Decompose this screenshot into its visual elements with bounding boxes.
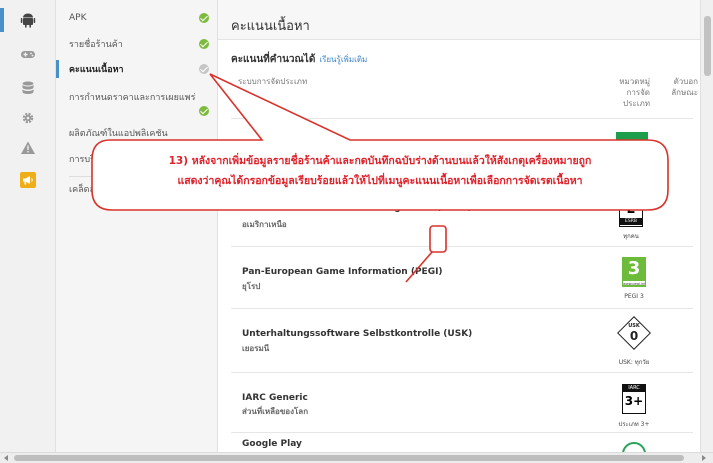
rating-caption: ทุกคน [623, 233, 639, 240]
main-panel: คะแนนเนื้อหา คะแนนที่คำนวณได้ เรียนรู้เพิ… [218, 0, 700, 463]
column-header-line: หมวดหมู่ [619, 77, 650, 86]
iarc-badge-label: IARC [623, 385, 645, 392]
rating-region: ยุโรป [242, 282, 261, 291]
check-icon [199, 13, 209, 23]
pegi-badge: 3 www.pegi.info [622, 257, 646, 287]
megaphone-icon[interactable] [16, 168, 40, 192]
horizontal-scrollbar[interactable] [0, 452, 713, 463]
vertical-scrollbar[interactable] [700, 0, 713, 452]
callout-line: แสดงว่าคุณได้กรอกข้อมูลเรียบร้อยแล้วให้ไ… [177, 175, 583, 187]
scroll-right-arrow-icon[interactable] [702, 455, 706, 461]
column-header-line: ตัวบอก [673, 77, 698, 86]
column-header-line: ลักษณะ [671, 88, 698, 97]
esrb-badge-label: ESRB [620, 218, 642, 225]
column-header-line: ประเภท [623, 99, 650, 108]
rating-system-name: Pan-European Game Information (PEGI) [242, 267, 443, 277]
database-icon[interactable] [16, 76, 40, 100]
menu-item-label: รายชื่อร้านค้า [69, 40, 123, 50]
row-divider [231, 432, 693, 433]
menu-item-label: คะแนนเนื้อหา [69, 65, 124, 75]
rating-region: อเมริกาเหนือ [242, 220, 287, 229]
rating-caption: ประเภท 3+ [618, 421, 650, 428]
rating-system-name: Google Play [242, 439, 302, 449]
check-icon [199, 106, 209, 116]
warning-icon[interactable] [16, 136, 40, 160]
menu-item-store-listing[interactable]: รายชื่อร้านค้า [69, 39, 217, 51]
section-title: คะแนนที่คำนวณได้ เรียนรู้เพิ่มเติม [231, 52, 367, 67]
rating-system-name: IARC Generic [242, 393, 308, 403]
screen: APK รายชื่อร้านค้า คะแนนเนื้อหา การกำหนด… [0, 0, 713, 463]
iarc-badge-number: 3+ [624, 394, 644, 408]
pegi-badge-number: 3 [627, 258, 641, 279]
rating-caption: USK: ทุกวัย [618, 359, 650, 366]
column-header-category: หมวดหมู่ การจัด ประเภท [606, 76, 650, 109]
section-title-text: คะแนนที่คำนวณได้ [231, 54, 316, 65]
column-header-descriptor: ตัวบอก ลักษณะ [656, 76, 698, 98]
menu-item-content-rating[interactable]: คะแนนเนื้อหา [69, 64, 217, 76]
page-title: คะแนนเนื้อหา [231, 19, 310, 34]
scroll-left-arrow-icon[interactable] [4, 455, 8, 461]
menu-item-pricing-distribution[interactable]: การกำหนดราคาและการเผยแพร่ [69, 92, 217, 104]
rating-region: เยอรมนี [242, 344, 270, 353]
menu-active-indicator [56, 60, 59, 78]
learn-more-link[interactable]: เรียนรู้เพิ่มเติม [319, 55, 367, 64]
pending-check-icon [199, 64, 209, 74]
column-header-line: การจัด [626, 88, 650, 97]
android-icon[interactable] [16, 8, 40, 32]
menu-item-label: การกำหนดราคาและการเผยแพร่ [69, 93, 196, 103]
rating-region: ส่วนที่เหลือของโลก [242, 407, 309, 416]
iarc-badge: IARC 3+ [622, 384, 646, 414]
horizontal-scrollbar-thumb[interactable] [14, 455, 684, 461]
icon-rail [0, 0, 56, 452]
esrb-badge: E ESRB [619, 200, 643, 227]
column-header-system: ระบบการจัดประเภท [238, 77, 308, 86]
menu-item-label: ผลิตภัณฑ์ในแอปพลิเคชัน [69, 129, 168, 139]
sidebar-menu: APK รายชื่อร้านค้า คะแนนเนื้อหา การกำหนด… [56, 0, 218, 452]
rail-active-indicator [0, 8, 4, 32]
esrb-badge-letter: E [626, 202, 636, 217]
rating-system-name: Unterhaltungssoftware Selbstkontrolle (U… [242, 329, 473, 339]
annotation-callout-text: 13) หลังจากเพิ่มข้อมูลรายชื่อร้านค้าและก… [100, 151, 660, 191]
callout-line: 13) หลังจากเพิ่มข้อมูลรายชื่อร้านค้าและก… [168, 155, 592, 167]
pegi-badge-url: www.pegi.info [622, 280, 646, 286]
gear-icon[interactable] [16, 106, 40, 130]
vertical-scrollbar-thumb[interactable] [704, 16, 711, 76]
row-divider [231, 118, 693, 119]
row-divider [231, 372, 693, 373]
row-divider [231, 308, 693, 309]
page-header: คะแนนเนื้อหา [218, 0, 700, 40]
rating-caption: PEGI 3 [624, 293, 644, 300]
menu-item-apk[interactable]: APK [69, 12, 217, 24]
menu-item-label: APK [69, 13, 87, 23]
check-icon [199, 39, 209, 49]
row-divider [231, 246, 693, 247]
menu-item-in-app-products[interactable]: ผลิตภัณฑ์ในแอปพลิเคชัน [69, 128, 217, 140]
rating-system-name: Entertainment Software Rating Board (ESR… [242, 203, 472, 213]
usk-badge-number: 0 [629, 329, 639, 343]
gamepad-icon[interactable] [16, 42, 40, 66]
